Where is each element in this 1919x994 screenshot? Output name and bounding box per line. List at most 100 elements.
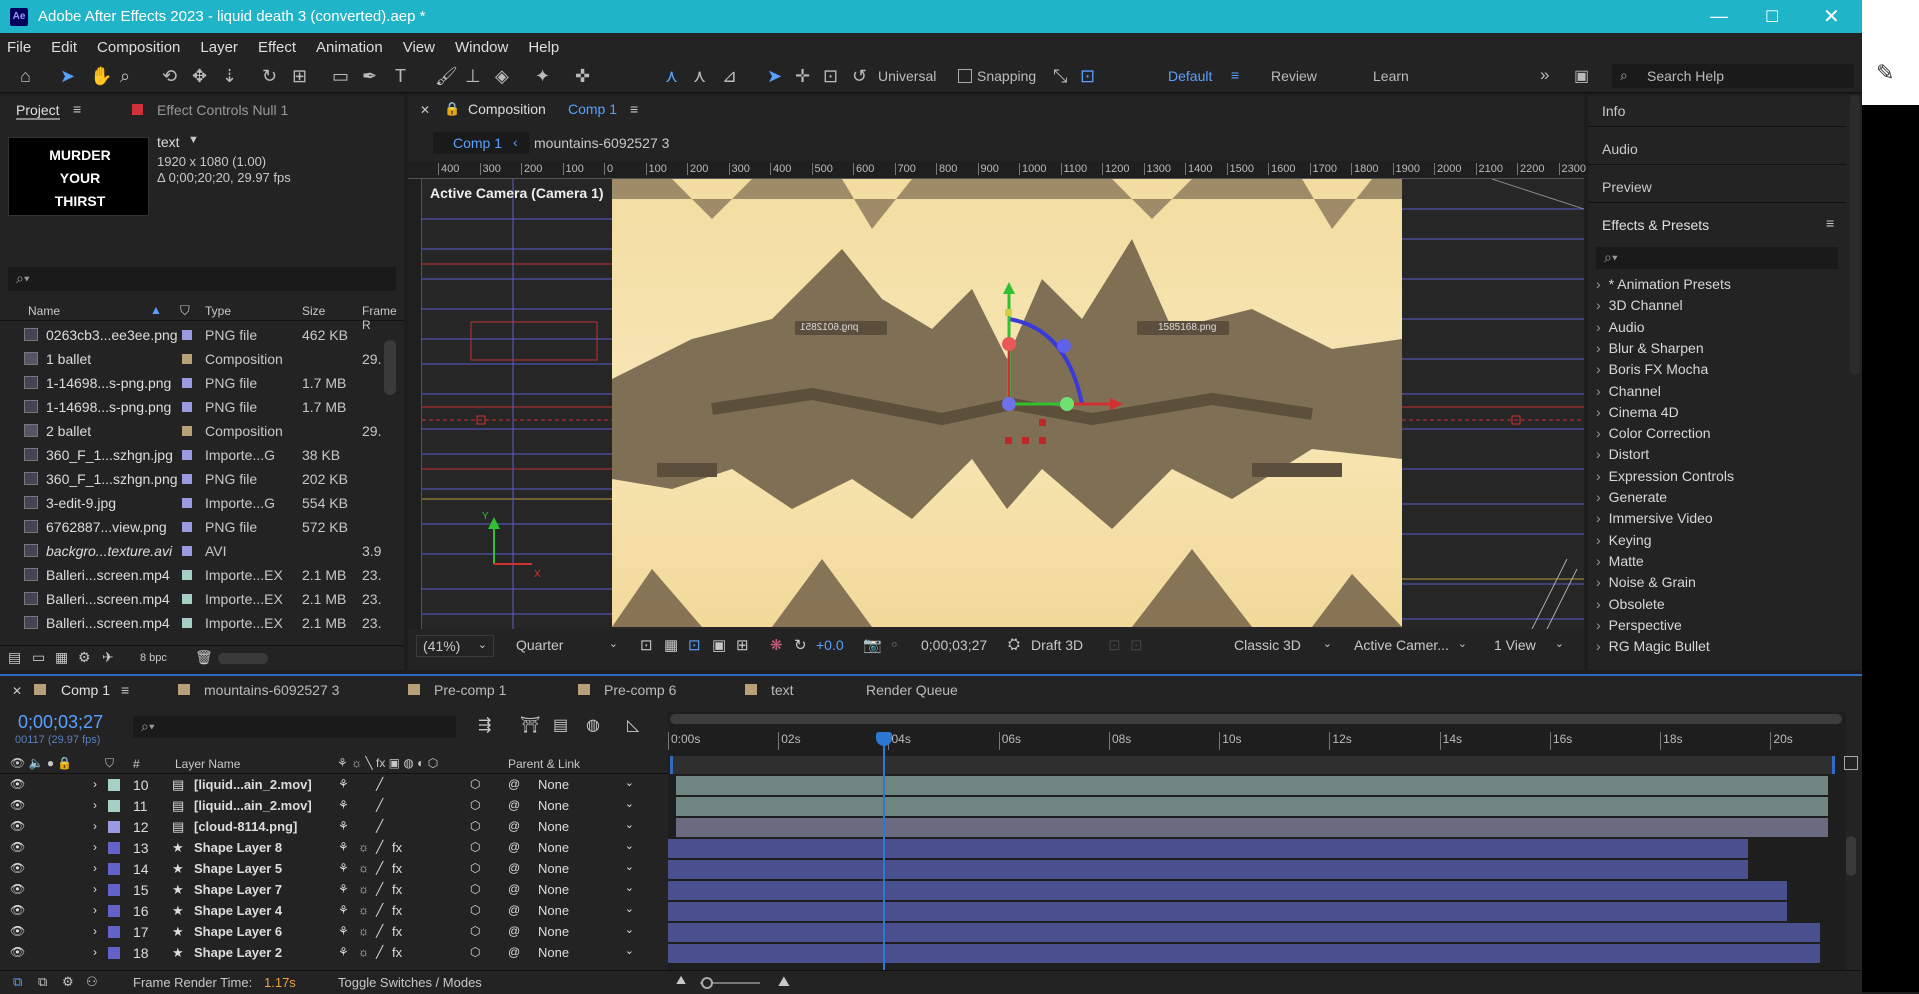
label-tag-icon[interactable]: ⛉ [105, 756, 114, 771]
world-axis-icon[interactable]: ⋏ [693, 66, 706, 87]
parent-dropdown[interactable]: None ⌄ [532, 818, 640, 836]
chevron-right-icon[interactable]: › [93, 819, 97, 833]
fx-icon[interactable]: fx [392, 840, 402, 855]
rotate-3d-icon[interactable]: ↺ [852, 66, 867, 87]
layer-row[interactable]: 👁 › 14 ★ Shape Layer 5 ⚘ ☼ ╱ fx ⬡ @ None ⌄ [0, 859, 668, 880]
project-item[interactable]: 6762887...view.png PNG file 572 KB [0, 515, 404, 539]
shy-icon[interactable]: ⚘ [338, 882, 349, 896]
quality-icon[interactable]: ╱ [376, 777, 383, 791]
select-3d-icon[interactable]: ➤ [767, 66, 782, 87]
draft-3d-label[interactable]: Draft 3D [1031, 637, 1083, 653]
layer-row[interactable]: 👁 › 12 ▤ [cloud-8114.png] ⚘ ╱ ⬡ @ None ⌄ [0, 817, 668, 838]
timeline-timecode[interactable]: 0;00;03;27 [18, 712, 103, 733]
timeline-end-icon[interactable] [1844, 756, 1858, 770]
3d-layer-icon[interactable]: ⬡ [470, 924, 480, 938]
project-item[interactable]: backgro...texture.avi AVI 3.9 [0, 539, 404, 563]
pickwhip-icon[interactable]: @ [508, 945, 520, 959]
more-workspaces-icon[interactable]: » [1540, 65, 1549, 85]
menu-window[interactable]: Window [455, 39, 508, 56]
transfer-controls-icon[interactable]: ⧉ [38, 974, 47, 990]
motion-blur-icon[interactable]: ◍ [586, 715, 600, 735]
right-scrollbar[interactable] [1850, 95, 1860, 375]
layer-switches-toggle-icon[interactable]: ⧉ [13, 974, 22, 990]
layer-label-color[interactable] [108, 800, 120, 812]
eye-icon[interactable]: 👁 [10, 798, 25, 812]
layer-row[interactable]: 👁 › 18 ★ Shape Layer 2 ⚘ ☼ ╱ fx ⬡ @ None ⌄ [0, 943, 668, 964]
toggle-switches-modes[interactable]: Toggle Switches / Modes [338, 975, 482, 990]
col-name[interactable]: Name [28, 304, 60, 318]
pin-icon[interactable]: ✎ [1876, 60, 1894, 86]
effects-menu-icon[interactable]: ≡ [1826, 215, 1834, 231]
3d-layer-icon[interactable]: ⬡ [470, 777, 480, 791]
effects-presets-tab[interactable]: Effects & Presets [1602, 217, 1709, 233]
project-item[interactable]: Balleri...screen.mp4 Importe...EX 2.1 MB 23… [0, 563, 404, 587]
exposure-value[interactable]: +0.0 [816, 637, 844, 653]
roto-tool-icon[interactable]: ✦ [535, 66, 550, 87]
effect-category[interactable]: Generate [1596, 489, 1667, 505]
chevron-right-icon[interactable]: › [93, 861, 97, 875]
layer-label-color[interactable] [108, 926, 120, 938]
item-dropdown-icon[interactable]: ▼ [188, 134, 199, 146]
sort-ascending-icon[interactable]: ▲ [150, 303, 162, 317]
in-out-toggle-icon[interactable]: ⚙ [62, 974, 74, 990]
timeline-tab[interactable]: text [771, 682, 794, 698]
fx-icon[interactable]: fx [392, 945, 402, 960]
orbit-tool-icon[interactable]: ⟲ [162, 66, 177, 87]
layer-duration-bar[interactable] [676, 797, 1828, 816]
type-tool-icon[interactable]: T [395, 66, 406, 87]
extended-viewer-icon[interactable]: ⊡ [1108, 636, 1121, 654]
quality-icon[interactable]: ╱ [376, 798, 383, 812]
transform-gizmo[interactable] [612, 179, 1402, 627]
col-layer-name[interactable]: Layer Name [175, 757, 240, 771]
parent-dropdown[interactable]: None ⌄ [532, 860, 640, 878]
menu-effect[interactable]: Effect [258, 39, 296, 56]
draft-3d-icon[interactable]: ⛭ [1008, 636, 1020, 653]
eye-icon[interactable]: 👁 [10, 861, 25, 875]
chevron-right-icon[interactable]: › [93, 882, 97, 896]
effect-category[interactable]: Boris FX Mocha [1596, 361, 1709, 377]
keyboard-icon[interactable]: ▣ [1574, 66, 1589, 86]
layer-duration-bar[interactable] [668, 881, 1787, 900]
effect-category[interactable]: Blur & Sharpen [1596, 340, 1704, 356]
hand-tool-icon[interactable]: ✋ [90, 66, 112, 87]
interpret-footage-icon[interactable]: ▤ [8, 649, 21, 666]
breadcrumb-next[interactable]: mountains-6092527 3 [534, 135, 669, 151]
new-comp-icon[interactable]: ▦ [55, 649, 68, 666]
shy-icon[interactable]: ⚘ [338, 924, 349, 938]
label-tag-icon[interactable]: ⛉ [180, 303, 190, 319]
parent-dropdown[interactable]: None ⌄ [532, 881, 640, 899]
project-item[interactable]: 2 ballet Composition 29. [0, 419, 404, 443]
project-item[interactable]: 1 ballet Composition 29. [0, 347, 404, 371]
move-3d-icon[interactable]: ✛ [795, 66, 810, 87]
collapse-icon[interactable]: ☼ [358, 840, 369, 854]
layer-duration-bar[interactable] [676, 818, 1828, 837]
zoom-in-icon[interactable]: ⛰ [778, 973, 790, 990]
pickwhip-icon[interactable]: @ [508, 840, 520, 854]
effect-category[interactable]: RG Magic Bullet [1596, 638, 1710, 654]
brush-tool-icon[interactable]: 🖌 [435, 66, 458, 87]
fx-icon[interactable]: fx [392, 861, 402, 876]
collapse-icon[interactable]: ☼ [358, 945, 369, 959]
rotate-tool-icon[interactable]: ↻ [262, 66, 277, 87]
delete-icon[interactable]: 🗑 [195, 649, 213, 666]
project-scrollbar[interactable] [384, 340, 396, 395]
project-item[interactable]: Balleri...screen.mp4 Importe...EX 2.1 MB 23… [0, 611, 404, 633]
selection-tool-icon[interactable]: ➤ [60, 66, 75, 87]
pen-tool-icon[interactable]: ✒ [362, 66, 377, 87]
tab-effect-controls[interactable]: Effect Controls Null 1 [157, 102, 288, 118]
chevron-right-icon[interactable]: › [93, 840, 97, 854]
quality-icon[interactable]: ╱ [376, 924, 383, 938]
workspace-learn[interactable]: Learn [1373, 68, 1409, 84]
layer-label-color[interactable] [108, 863, 120, 875]
chevron-right-icon[interactable]: › [93, 777, 97, 791]
snapping-checkbox[interactable] [958, 69, 972, 83]
shy-icon[interactable]: ⚘ [338, 777, 349, 791]
bit-depth[interactable]: 8 bpc [140, 652, 167, 664]
effect-category[interactable]: Matte [1596, 553, 1644, 569]
effects-search-input[interactable]: ⌕▾ [1596, 247, 1838, 269]
project-item[interactable]: 1-14698...s-png.png PNG file 1.7 MB [0, 395, 404, 419]
effect-category[interactable]: Keying [1596, 532, 1652, 548]
layer-duration-bar[interactable] [676, 776, 1828, 795]
rectangle-tool-icon[interactable]: ▭ [332, 66, 349, 87]
pickwhip-icon[interactable]: @ [508, 903, 520, 917]
